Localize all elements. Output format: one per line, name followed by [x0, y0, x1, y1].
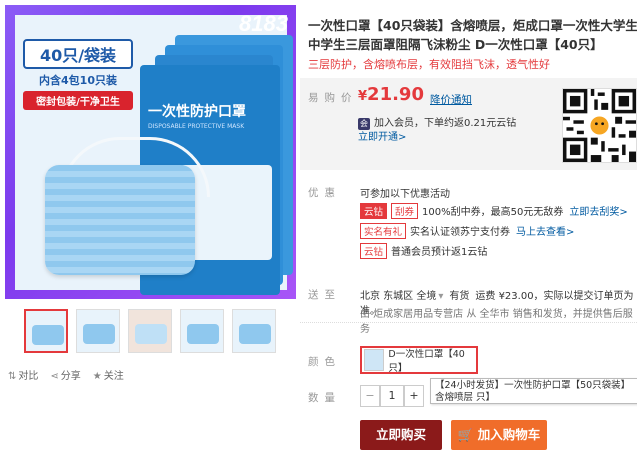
color-label: 颜色: [308, 356, 341, 368]
thumbnail-5[interactable]: [232, 309, 276, 353]
section-divider: [300, 322, 637, 323]
price-value: ¥21.90: [358, 84, 424, 105]
quantity-label: 数量: [308, 392, 341, 404]
compare-action[interactable]: ⇅ 对比: [8, 367, 38, 382]
offer-tag-realname: 实名有礼: [360, 223, 407, 239]
compare-icon: ⇅: [8, 371, 17, 382]
thumbnail-mask: [239, 324, 271, 344]
mask-illustration: [45, 165, 195, 275]
offer-row-2: 实名有礼 实名认证领苏宁支付券 马上去查看>: [360, 223, 574, 239]
price-amount: 21.90: [367, 84, 424, 105]
offer-row-3: 云钻 普通会员预计返1云钻: [360, 243, 487, 259]
chevron-down-icon: ▾: [438, 291, 444, 302]
cart-icon: 🛒: [457, 427, 474, 442]
pack-count: 40只/袋装: [23, 39, 133, 69]
thumbnail-mask: [187, 324, 219, 344]
share-icon: ⋖: [50, 371, 59, 382]
offer-row-1: 云钻 刮券 100%刮中券，最高50元无敌券 立即去刮奖>: [360, 203, 628, 219]
product-main-image[interactable]: 一次性防护口罩 DISPOSABLE PROTECTIVE MASK 8183 …: [5, 5, 296, 299]
offer-text: 实名认证领苏宁支付券: [410, 227, 511, 238]
bag-subtitle: DISPOSABLE PROTECTIVE MASK: [148, 123, 245, 130]
thumbnail-strip: [24, 309, 276, 353]
stock-status: 有货: [449, 291, 470, 302]
offer-tag-guaquan: 刮券: [391, 203, 419, 219]
price-notify-link[interactable]: 降价通知: [430, 92, 472, 107]
variant-tooltip: 【24小时发货】一次性防护口罩【50只袋装】含熔喷层 只】: [430, 378, 637, 404]
product-promo-text: 三层防护，含熔喷布层，有效阻挡飞沫，透气性好: [308, 58, 550, 71]
offer-link[interactable]: 立即去刮奖>: [569, 207, 627, 218]
thumbnail-1[interactable]: [24, 309, 68, 353]
qr-code: [562, 88, 637, 163]
qr-code-graphic: [563, 89, 636, 162]
offer-text: 100%刮中券，最高50元无敌券: [422, 207, 564, 218]
currency-symbol: ¥: [358, 89, 368, 104]
product-actions: ⇅ 对比 ⋖ 分享 ★ 关注: [8, 367, 124, 382]
delivery-label: 送至: [308, 289, 341, 301]
product-title: 一次性口罩【40只袋装】含熔喷层，炬成口罩一次性大学生中学生三层面罩阻隔飞沫粉尘…: [308, 18, 637, 52]
buy-now-button[interactable]: 立即购买: [360, 420, 442, 450]
quantity-stepper: − 1 +: [360, 385, 424, 407]
thumbnail-3[interactable]: [128, 309, 172, 353]
follow-action[interactable]: ★ 关注: [93, 367, 124, 382]
thumbnail-mask: [135, 324, 167, 344]
offer-text: 普通会员预计返1云钻: [391, 247, 488, 258]
thumbnail-4[interactable]: [180, 309, 224, 353]
share-label: 分享: [60, 371, 81, 382]
offers-label: 优惠: [308, 187, 341, 199]
quantity-minus-button[interactable]: −: [360, 385, 380, 407]
quantity-plus-button[interactable]: +: [404, 385, 424, 407]
promo-badge: 8183: [239, 11, 288, 36]
offer-tag-yunzuan: 云钻: [360, 243, 388, 259]
color-option-thumbnail: [364, 349, 385, 371]
pack-label: 40只/袋装 内含4包10只装 密封包装/干净卫生: [23, 39, 133, 110]
delivery-location[interactable]: 北京 东城区 全境: [360, 291, 436, 302]
pack-tag: 密封包装/干净卫生: [23, 91, 133, 110]
color-option[interactable]: D一次性口罩【40只】: [360, 346, 478, 374]
quantity-input[interactable]: 1: [380, 385, 404, 407]
shipper-info: 由 炬成家居用品专营店 从 全华市 销售和发货，并提供售后服务: [360, 309, 633, 335]
thumbnail-2[interactable]: [76, 309, 120, 353]
offer-link[interactable]: 马上去查看>: [516, 227, 574, 238]
follow-label: 关注: [103, 371, 124, 382]
price-label: 易购价: [308, 92, 358, 104]
vip-open-link[interactable]: 立即开通>: [358, 128, 406, 143]
bag-title: 一次性防护口罩: [148, 104, 246, 120]
color-option-label: D一次性口罩【40只】: [388, 349, 465, 374]
pack-detail: 内含4包10只装: [39, 74, 117, 87]
offers-intro: 可参加以下优惠活动: [360, 189, 450, 200]
compare-label: 对比: [18, 371, 39, 382]
star-icon: ★: [92, 371, 102, 382]
add-to-cart-label: 加入购物车: [477, 427, 541, 442]
share-action[interactable]: ⋖ 分享: [50, 367, 80, 382]
thumbnail-mask: [83, 324, 115, 344]
thumbnail-mask: [32, 325, 64, 345]
add-to-cart-button[interactable]: 🛒 加入购物车: [451, 420, 547, 450]
offer-tag-yunzuan: 云钻: [360, 203, 388, 219]
